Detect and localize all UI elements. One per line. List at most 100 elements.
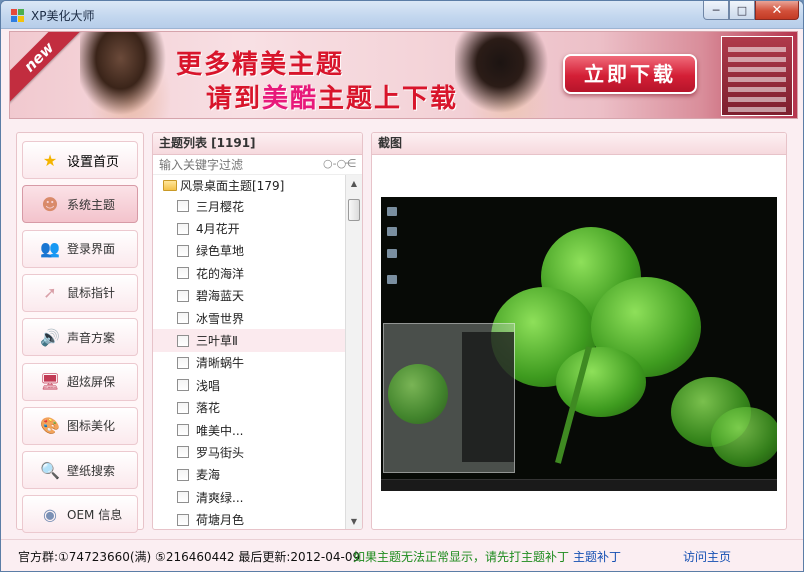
- filter-input[interactable]: [159, 157, 319, 173]
- theme-label: 三月樱花: [196, 199, 245, 214]
- theme-list-item[interactable]: 花的海洋: [153, 262, 345, 284]
- theme-checkbox[interactable]: [177, 379, 189, 392]
- theme-checkbox[interactable]: [177, 446, 189, 459]
- theme-checkbox[interactable]: [177, 401, 189, 414]
- download-now-button[interactable]: 立即下载: [563, 54, 697, 94]
- visit-homepage-link[interactable]: 访问主页: [683, 548, 731, 565]
- nav-button-label: 图标美化: [67, 419, 116, 434]
- theme-label: 4月花开: [196, 222, 240, 237]
- scroll-up-icon[interactable]: ▲: [346, 175, 362, 191]
- theme-checkbox[interactable]: [177, 513, 189, 526]
- theme-list-item[interactable]: 4月花开: [153, 217, 345, 239]
- globe-icon: ◉: [43, 504, 57, 524]
- status-bar: 官方群:①74723660(满) ⑤216460442 最后更新:2012-04…: [1, 539, 803, 571]
- window-title: XP美化大师: [31, 9, 95, 23]
- nav-button-1[interactable]: ★ 设置首页: [22, 141, 138, 179]
- theme-list-item[interactable]: 三月樱花: [153, 195, 345, 217]
- theme-list-panel: 主题列表 [1191] ○-○ ⋲ 风景桌面主题[179] 三月樱花 4月花开绿色…: [152, 132, 363, 530]
- new-ribbon: new: [10, 32, 86, 104]
- theme-preview-image: [381, 197, 777, 491]
- left-nav: ★ 设置首页 ☻ 系统主题 👥 登录界面 ➚ 鼠标指针 🔊 声音方案 🖥 超炫屏保 🎨 图标美化 🔍 壁纸搜索…: [16, 132, 144, 534]
- theme-list-item[interactable]: 碧海蓝天: [153, 285, 345, 307]
- theme-list-item[interactable]: 落花: [153, 397, 345, 419]
- speaker-icon: 🔊: [40, 327, 60, 347]
- desktop-icon: [387, 249, 397, 258]
- theme-label: 清晰蜗牛: [196, 356, 245, 371]
- scroll-thumb[interactable]: [348, 199, 360, 221]
- promo-banner[interactable]: new 更多精美主题 请到美酷主题上下载 立即下载: [9, 31, 798, 119]
- nav-button-label: 鼠标指针: [67, 286, 116, 301]
- theme-checkbox[interactable]: [177, 244, 189, 257]
- theme-list-item[interactable]: 罗马街头: [153, 441, 345, 463]
- preview-header: 截图: [372, 133, 786, 155]
- collapse-icon[interactable]: ○-○: [323, 157, 346, 170]
- start-menu-preview: [383, 323, 515, 473]
- theme-checkbox[interactable]: [177, 200, 189, 213]
- nav-button-6[interactable]: 🖥 超炫屏保: [22, 362, 138, 401]
- folder-node[interactable]: 风景桌面主题[179]: [153, 175, 345, 195]
- title-bar[interactable]: XP美化大师 ─ □ ✕: [1, 1, 803, 29]
- theme-label: 冰雪世界: [196, 311, 245, 326]
- banner-sub-pre: 请到: [206, 84, 263, 114]
- status-warning: 如果主题无法正常显示，请先打主题补丁: [353, 550, 570, 564]
- nav-button-7[interactable]: 🎨 图标美化: [22, 406, 138, 445]
- main-window: XP美化大师 ─ □ ✕ new 更多精美主题 请到美酷主题上下载 立即下载 ★…: [0, 0, 804, 572]
- theme-patch-link[interactable]: 主题补丁: [573, 548, 621, 565]
- nav-button-9[interactable]: ◉ OEM 信息: [22, 495, 138, 534]
- magnifier-icon: 🔍: [40, 460, 60, 480]
- theme-list-item[interactable]: 荷塘月色: [153, 508, 345, 529]
- close-button[interactable]: ✕: [755, 1, 799, 20]
- monitor-icon: 🖥: [39, 372, 61, 391]
- star-icon: ★: [42, 150, 58, 170]
- theme-list-item[interactable]: 三叶草Ⅱ: [153, 329, 345, 352]
- theme-list-item[interactable]: 绿色草地: [153, 240, 345, 262]
- minimize-button[interactable]: ─: [703, 1, 729, 20]
- banner-model-image-left: [80, 32, 170, 118]
- theme-checkbox[interactable]: [177, 356, 189, 369]
- desktop-icon: [387, 227, 397, 236]
- theme-checkbox[interactable]: [177, 222, 189, 235]
- nav-button-5[interactable]: 🔊 声音方案: [22, 318, 138, 357]
- theme-list-scrollbar[interactable]: ▲ ▼: [345, 175, 362, 529]
- theme-list-item[interactable]: 唯美中...: [153, 419, 345, 441]
- nav-button-label: 登录界面: [67, 242, 116, 257]
- window-controls: ─ □ ✕: [703, 1, 799, 21]
- nav-button-4[interactable]: ➚ 鼠标指针: [22, 273, 138, 312]
- nav-button-2[interactable]: ☻ 系统主题: [22, 185, 138, 224]
- theme-checkbox[interactable]: [177, 312, 189, 325]
- preview-taskbar: [381, 479, 777, 491]
- theme-checkbox[interactable]: [177, 491, 189, 504]
- nav-button-8[interactable]: 🔍 壁纸搜索: [22, 451, 138, 490]
- theme-list-item[interactable]: 冰雪世界: [153, 307, 345, 329]
- theme-label: 罗马街头: [196, 445, 245, 460]
- theme-list-item[interactable]: 清晰蜗牛: [153, 352, 345, 374]
- scroll-down-icon[interactable]: ▼: [346, 513, 362, 529]
- theme-checkbox[interactable]: [177, 289, 189, 302]
- monkey-icon: ☻: [41, 194, 59, 214]
- palette-icon: 🎨: [40, 416, 60, 436]
- nav-button-label: 声音方案: [67, 330, 116, 345]
- clover-leaf: [388, 364, 448, 424]
- theme-checkbox[interactable]: [177, 468, 189, 481]
- app-icon: [11, 9, 24, 22]
- theme-label: 花的海洋: [196, 266, 245, 281]
- theme-label: 碧海蓝天: [196, 289, 245, 304]
- theme-list-item[interactable]: 麦海: [153, 464, 345, 486]
- tree-expand-icon[interactable]: ⋲: [345, 157, 356, 170]
- clover-leaf: [711, 407, 777, 467]
- theme-checkbox[interactable]: [177, 424, 189, 437]
- banner-subheadline: 请到美酷主题上下载: [206, 78, 458, 115]
- maximize-button[interactable]: □: [729, 1, 755, 20]
- theme-label: 唯美中...: [196, 423, 244, 438]
- theme-label: 三叶草Ⅱ: [196, 334, 238, 349]
- theme-list-item[interactable]: 清爽绿...: [153, 486, 345, 508]
- theme-checkbox[interactable]: [177, 334, 189, 347]
- start-menu-right-pane: [462, 332, 514, 462]
- theme-checkbox[interactable]: [177, 267, 189, 280]
- filter-bar: ○-○ ⋲: [153, 155, 362, 175]
- nav-button-label: OEM 信息: [67, 507, 123, 522]
- folder-label: 风景桌面主题[179]: [180, 178, 285, 193]
- theme-label: 绿色草地: [196, 244, 245, 259]
- nav-button-3[interactable]: 👥 登录界面: [22, 229, 138, 268]
- theme-list-item[interactable]: 浅唱: [153, 374, 345, 396]
